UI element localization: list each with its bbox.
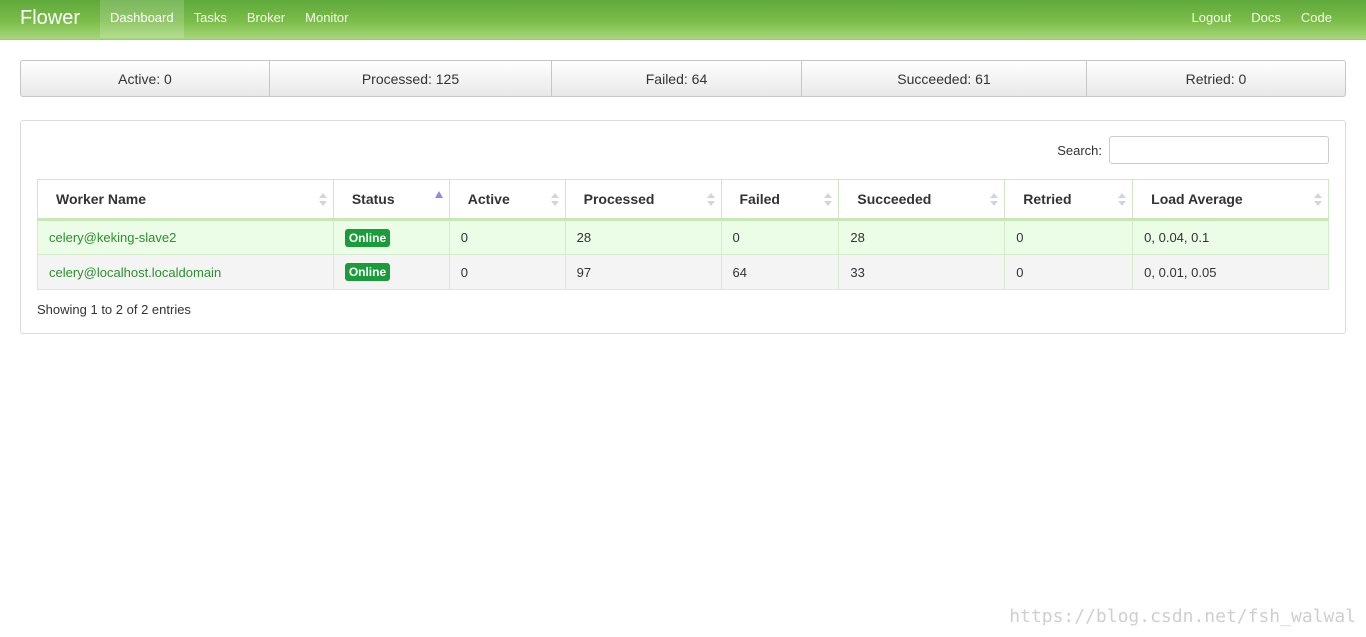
status-badge: Online [344,263,391,281]
status-badge: Online [344,228,391,247]
nav-code[interactable]: Code [1291,0,1342,38]
search-box: Search: [1057,136,1329,164]
stat-succeeded[interactable]: Succeeded: 61 [802,61,1087,96]
column-header-processed[interactable]: Processed [564,179,722,221]
load-average-cell: 0, 0.01, 0.05 [1132,254,1329,290]
nav-logout[interactable]: Logout [1182,0,1242,38]
nav-right: Logout Docs Code [1182,0,1342,38]
column-label: Status [351,191,395,207]
stat-processed[interactable]: Processed: 125 [270,61,552,96]
sort-icon [824,193,833,207]
retried-cell: 0 [1004,254,1134,290]
sort-icon [318,193,327,207]
sort-ascending-icon [434,191,443,198]
worker-link[interactable]: celery@localhost.localdomain [37,254,334,290]
column-header-succeeded[interactable]: Succeeded [838,179,1006,221]
worker-link[interactable]: celery@keking-slave2 [37,219,334,255]
column-label: Retried [1023,191,1072,207]
nav-dashboard[interactable]: Dashboard [100,0,184,38]
succeeded-cell: 28 [838,219,1006,255]
succeeded-cell: 33 [838,254,1006,290]
brand-logo[interactable]: Flower [20,7,80,30]
stat-active[interactable]: Active: 0 [21,61,270,96]
top-navbar: Flower Dashboard Tasks Broker Monitor Lo… [0,0,1366,40]
column-header-active[interactable]: Active [448,179,566,221]
sort-icon [706,193,715,207]
column-header-load-average[interactable]: Load Average [1132,179,1329,221]
column-header-failed[interactable]: Failed [720,179,840,221]
active-cell: 0 [448,219,566,255]
sort-icon [550,193,559,207]
retried-cell: 0 [1004,219,1134,255]
workers-panel: Search: Worker Name Status Active Proces… [20,120,1346,334]
failed-cell: 0 [720,219,840,255]
nav-monitor[interactable]: Monitor [295,0,358,38]
table-row: celery@keking-slave2 Online 0 28 0 28 0 … [37,219,1329,255]
column-header-worker-name[interactable]: Worker Name [37,179,334,221]
search-input[interactable] [1109,136,1329,164]
sort-icon [1314,193,1322,207]
nav-left: Dashboard Tasks Broker Monitor [100,0,359,38]
status-cell: Online [332,219,450,255]
column-label: Worker Name [56,191,147,207]
stats-bar: Active: 0 Processed: 125 Failed: 64 Succ… [20,60,1346,97]
stat-failed[interactable]: Failed: 64 [552,61,802,96]
active-cell: 0 [448,254,566,290]
nav-tasks[interactable]: Tasks [184,0,237,38]
column-label: Failed [739,191,780,207]
column-header-status[interactable]: Status [332,179,450,221]
table-info: Showing 1 to 2 of 2 entries [37,302,191,317]
processed-cell: 97 [564,254,722,290]
sort-icon [1118,193,1127,207]
column-label: Load Average [1151,191,1243,207]
load-average-cell: 0, 0.04, 0.1 [1132,219,1329,255]
watermark: https://blog.csdn.net/fsh_walwal [1009,606,1356,627]
nav-broker[interactable]: Broker [237,0,295,38]
stat-retried[interactable]: Retried: 0 [1087,61,1345,96]
workers-table: Worker Name Status Active Processed Fail… [37,179,1329,290]
table-row: celery@localhost.localdomain Online 0 97… [37,254,1329,290]
status-cell: Online [332,254,450,290]
column-header-retried[interactable]: Retried [1004,179,1134,221]
nav-docs[interactable]: Docs [1241,0,1291,38]
search-label: Search: [1057,142,1102,158]
processed-cell: 28 [564,219,722,255]
column-label: Active [467,191,510,207]
column-label: Succeeded [857,191,932,207]
sort-icon [990,193,999,207]
column-label: Processed [583,191,655,207]
failed-cell: 64 [720,254,840,290]
